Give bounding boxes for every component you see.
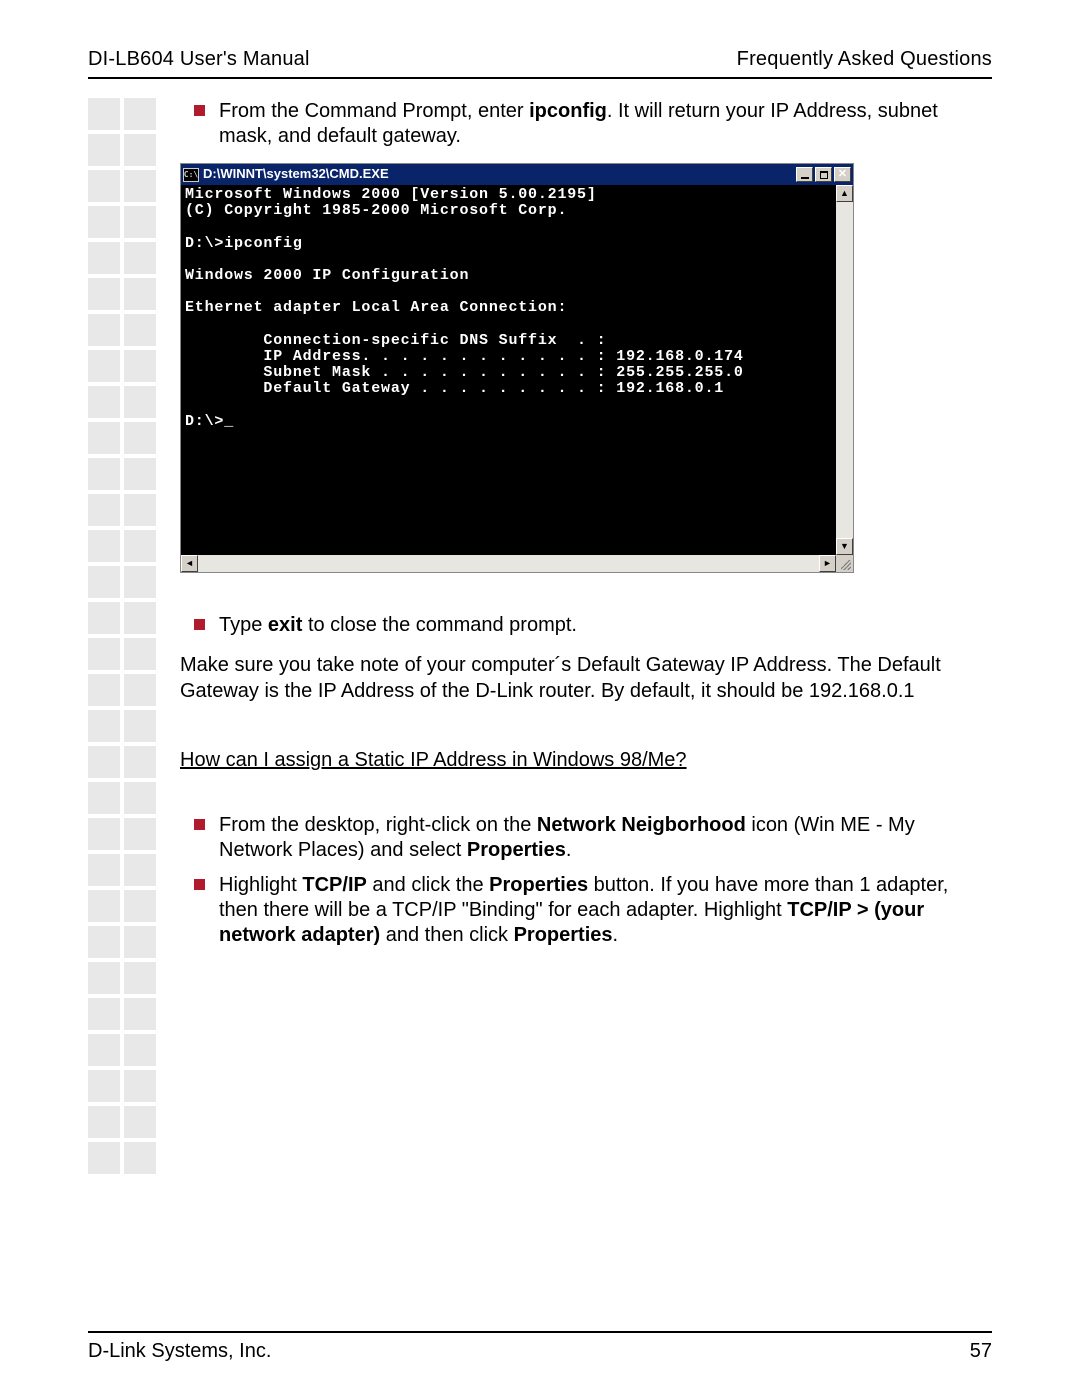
cmd-icon: C:\ xyxy=(183,168,199,182)
list-item: From the desktop, right-click on the Net… xyxy=(180,813,992,863)
bullet-icon xyxy=(194,105,205,116)
minimize-button[interactable] xyxy=(796,167,813,182)
manual-title: DI-LB604 User's Manual xyxy=(88,48,310,71)
cmd-titlebar[interactable]: C:\ D:\WINNT\system32\CMD.EXE ✕ xyxy=(181,164,853,185)
bullet-icon xyxy=(194,879,205,890)
footer-rule xyxy=(88,1331,992,1333)
scroll-up-icon[interactable]: ▲ xyxy=(836,185,853,202)
horizontal-scrollbar[interactable]: ◄ ► xyxy=(181,555,853,572)
resize-grip-icon[interactable] xyxy=(836,555,853,572)
page-footer: D-Link Systems, Inc. 57 xyxy=(88,1340,992,1363)
cmd-window: C:\ D:\WINNT\system32\CMD.EXE ✕ Microsof… xyxy=(180,163,854,573)
footer-company: D-Link Systems, Inc. xyxy=(88,1340,271,1363)
list-item: Type exit to close the command prompt. xyxy=(180,613,992,638)
bullet-icon xyxy=(194,819,205,830)
list-item: Highlight TCP/IP and click the Propertie… xyxy=(180,873,992,948)
scroll-down-icon[interactable]: ▼ xyxy=(836,538,853,555)
page-number: 57 xyxy=(970,1340,992,1363)
close-button[interactable]: ✕ xyxy=(834,167,851,182)
bullet-text: From the Command Prompt, enter ipconfig.… xyxy=(219,99,992,149)
bullet-text: Type exit to close the command prompt. xyxy=(219,613,992,638)
cmd-output[interactable]: Microsoft Windows 2000 [Version 5.00.219… xyxy=(181,185,836,555)
maximize-button[interactable] xyxy=(815,167,832,182)
list-item: From the Command Prompt, enter ipconfig.… xyxy=(180,99,992,149)
scroll-left-icon[interactable]: ◄ xyxy=(181,555,198,572)
bullet-text: From the desktop, right-click on the Net… xyxy=(219,813,992,863)
bullet-icon xyxy=(194,619,205,630)
faq-question: How can I assign a Static IP Address in … xyxy=(180,748,992,773)
section-title: Frequently Asked Questions xyxy=(737,48,992,71)
page-header: DI-LB604 User's Manual Frequently Asked … xyxy=(88,48,992,75)
cmd-window-title: D:\WINNT\system32\CMD.EXE xyxy=(203,166,796,182)
paragraph: Make sure you take note of your computer… xyxy=(180,652,992,704)
header-rule xyxy=(88,77,992,79)
bullet-text: Highlight TCP/IP and click the Propertie… xyxy=(219,873,992,948)
vertical-scrollbar[interactable]: ▲ ▼ xyxy=(836,185,853,555)
scroll-right-icon[interactable]: ► xyxy=(819,555,836,572)
